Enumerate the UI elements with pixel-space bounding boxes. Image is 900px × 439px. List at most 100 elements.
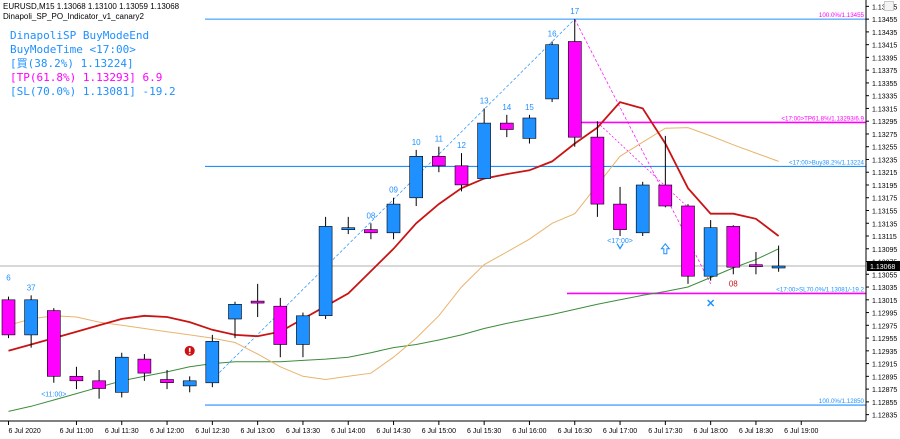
price-tick-label: 1.12835 bbox=[872, 413, 897, 420]
price-tick-label: 1.13095 bbox=[872, 247, 897, 254]
price-tick-label: 1.12875 bbox=[872, 387, 897, 394]
bull-candle bbox=[545, 44, 559, 100]
time-tick-label: 6 Jul 13:00 bbox=[241, 428, 275, 435]
bear-candle bbox=[92, 380, 106, 389]
ma-tan-line bbox=[8, 127, 779, 381]
bear-candle bbox=[613, 203, 627, 230]
indicator-info-panel: DinapoliSP BuyModeEnd BuyModeTime <17:00>… bbox=[10, 29, 176, 99]
bear-candle bbox=[590, 136, 605, 205]
time-tick-label: 6 Jul 18:30 bbox=[739, 428, 773, 435]
price-tick-label: 1.13215 bbox=[872, 170, 897, 177]
price-tick-label: 1.13255 bbox=[872, 145, 897, 152]
time-marker-label: <11:00> bbox=[41, 392, 66, 399]
wave-number: 14 bbox=[502, 103, 511, 112]
alert-dot bbox=[188, 352, 191, 355]
bear-candle bbox=[250, 300, 265, 304]
price-tick-label: 1.12955 bbox=[872, 336, 897, 343]
time-axis: 6 Jul 2020 6 Jul 11:00 6 Jul 11:30 6 Jul 12… bbox=[0, 420, 866, 435]
price-axis: 1.134751.134551.134351.134151.133951.133… bbox=[865, 0, 900, 421]
wave-number: 08 bbox=[729, 279, 738, 288]
price-tick-label: 1.13295 bbox=[872, 119, 897, 126]
time-tick-label: 6 Jul 11:30 bbox=[105, 428, 139, 435]
bull-candle bbox=[205, 340, 220, 384]
bear-candle bbox=[454, 165, 469, 186]
bull-candle bbox=[771, 265, 786, 269]
wave-number: 17 bbox=[570, 7, 579, 16]
info-line: [TP(61.8%) 1.13293] 6.9 bbox=[10, 71, 163, 84]
bull-candle bbox=[341, 227, 356, 230]
wave-number: 09 bbox=[389, 186, 398, 195]
wave-number: 08 bbox=[366, 211, 375, 220]
price-tick-label: 1.12855 bbox=[872, 400, 897, 407]
price-tick-label: 1.13275 bbox=[872, 132, 897, 139]
price-tick-label: 1.13455 bbox=[872, 17, 897, 24]
bear-candle bbox=[681, 205, 695, 277]
bull-candle bbox=[522, 117, 537, 139]
wave-number: 12 bbox=[457, 141, 466, 150]
bear-candle bbox=[137, 358, 152, 374]
time-tick-label: 6 Jul 14:30 bbox=[376, 428, 410, 435]
price-tick-label: 1.12915 bbox=[872, 362, 897, 369]
time-tick-label: 6 Jul 2020 bbox=[9, 428, 41, 435]
info-line: [買(38.2%) 1.13224] bbox=[10, 57, 134, 70]
time-tick-label: 6 Jul 15:30 bbox=[467, 428, 501, 435]
price-tick-label: 1.13195 bbox=[872, 183, 897, 190]
alert-mark bbox=[188, 347, 191, 352]
bear-candle bbox=[69, 375, 84, 382]
time-tick-label: 6 Jul 19:00 bbox=[784, 428, 818, 435]
bull-candle bbox=[24, 299, 38, 336]
price-tick-label: 1.13055 bbox=[872, 272, 897, 279]
wave-number: 10 bbox=[412, 138, 421, 147]
time-tick-label: 6 Jul 17:00 bbox=[603, 428, 637, 435]
bull-candle bbox=[635, 184, 650, 234]
info-line: DinapoliSP BuyModeEnd bbox=[10, 29, 150, 42]
bear-candle bbox=[273, 305, 288, 345]
price-tick-label: 1.13015 bbox=[872, 298, 897, 305]
fib-level-label: <17:00>TP61.8%/1.13293/6.9 bbox=[781, 115, 864, 122]
bear-candle bbox=[499, 122, 514, 130]
bear-candle bbox=[726, 226, 741, 268]
wave-number: 15 bbox=[525, 103, 534, 112]
time-tick-label: 6 Jul 11:00 bbox=[60, 428, 94, 435]
price-tick-label: 1.13175 bbox=[872, 196, 897, 203]
price-tick-label: 1.12975 bbox=[872, 323, 897, 330]
price-tick-label: 1.13375 bbox=[872, 68, 897, 75]
stop-cross-icon bbox=[707, 299, 715, 307]
price-tick-label: 1.12935 bbox=[872, 349, 897, 356]
bear-candle bbox=[658, 184, 673, 207]
price-tick-label: 1.13135 bbox=[872, 221, 897, 228]
bear-candle bbox=[749, 264, 763, 268]
bull-candle bbox=[386, 203, 401, 234]
price-tick-label: 1.13235 bbox=[872, 157, 897, 164]
info-line: [SL(70.0%) 1.13081] -19.2 bbox=[10, 85, 176, 98]
price-tick-label: 1.13355 bbox=[872, 81, 897, 88]
chart-header: EURUSD,M15 1.13068 1.13100 1.13059 1.130… bbox=[3, 2, 179, 22]
time-tick-label: 6 Jul 15:00 bbox=[422, 428, 456, 435]
bull-candle bbox=[228, 303, 242, 320]
indicator-name: Dinapoli_SP_PO_Indicator_v1_canary2 bbox=[3, 12, 144, 21]
time-tick-label: 6 Jul 13:30 bbox=[286, 428, 320, 435]
wave-number: 13 bbox=[480, 96, 489, 105]
price-tick-label: 1.13035 bbox=[872, 285, 897, 292]
wave-number: 6 bbox=[6, 274, 11, 283]
price-tick-label: 1.13115 bbox=[872, 234, 897, 241]
fib-level-label: <17:00>SL70.0%/1.13081/-19.2 bbox=[776, 286, 864, 293]
time-tick-label: 6 Jul 18:00 bbox=[694, 428, 728, 435]
bull-candle bbox=[318, 226, 333, 316]
time-tick-label: 6 Jul 16:00 bbox=[512, 428, 546, 435]
bull-candle bbox=[409, 156, 424, 199]
bull-candle bbox=[477, 122, 491, 179]
price-tick-label: 1.13315 bbox=[872, 106, 897, 113]
bear-candle bbox=[46, 310, 61, 377]
price-tick-label: 1.13435 bbox=[872, 30, 897, 37]
bull-candle bbox=[115, 356, 129, 393]
bear-candle bbox=[431, 156, 446, 167]
wave-number: 37 bbox=[27, 283, 36, 292]
bear-candle bbox=[364, 229, 378, 234]
price-tick-label: 1.13395 bbox=[872, 55, 897, 62]
symbol-quote: EURUSD,M15 1.13068 1.13100 1.13059 1.130… bbox=[3, 2, 180, 11]
fib-level-label: 100.0%/1.13455 bbox=[819, 12, 865, 19]
price-tick-label: 1.13415 bbox=[872, 43, 897, 50]
chart-scroll-icon[interactable] bbox=[884, 1, 894, 11]
price-tick-label: 1.12895 bbox=[872, 374, 897, 381]
